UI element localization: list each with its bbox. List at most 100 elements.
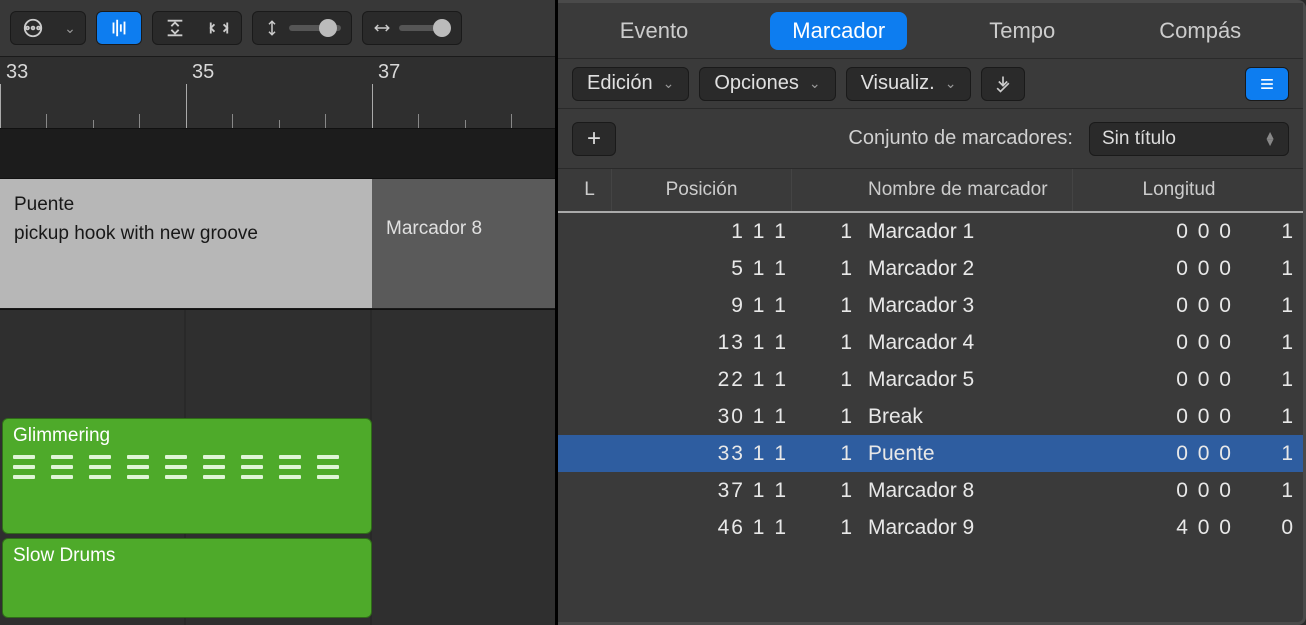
midi-region[interactable]: Slow Drums [2, 538, 372, 618]
midi-preview [13, 455, 361, 479]
col-header-longitud[interactable]: Longitud [1073, 179, 1293, 201]
marker-track[interactable]: Puente pickup hook with new groove Marca… [0, 179, 555, 309]
col-header-posicion[interactable]: Posición [612, 169, 792, 211]
cell-posicion[interactable]: 33 1 1 [612, 442, 792, 466]
cell-longitud[interactable]: 0 0 0 [1073, 220, 1233, 244]
cell-longitud-sub[interactable]: 1 [1233, 368, 1293, 392]
cell-posicion[interactable]: 1 1 1 [612, 220, 792, 244]
marker-subtitle: pickup hook with new groove [14, 220, 358, 249]
tab-marcador[interactable]: Marcador [770, 12, 907, 50]
fit-horiz-button[interactable] [197, 12, 241, 44]
table-row[interactable]: 22 1 11Marcador 50 0 01 [558, 361, 1303, 398]
marker-block-next[interactable]: Marcador 8 [372, 179, 555, 308]
marker-block-selected[interactable]: Puente pickup hook with new groove [0, 179, 372, 308]
bar-ruler[interactable]: 33 35 37 [0, 57, 555, 129]
cell-nombre[interactable]: Marcador 4 [852, 331, 1073, 355]
table-row[interactable]: 46 1 11Marcador 94 0 00 [558, 509, 1303, 546]
marker-table: L Posición Nombre de marcador Longitud 1… [558, 169, 1303, 622]
cell-posicion[interactable]: 5 1 1 [612, 257, 792, 281]
cell-posicion[interactable]: 46 1 1 [612, 516, 792, 540]
cell-longitud-sub[interactable]: 1 [1233, 257, 1293, 281]
cell-longitud-sub[interactable]: 1 [1233, 331, 1293, 355]
list-view-button[interactable] [1245, 67, 1289, 101]
cell-longitud[interactable]: 0 0 0 [1073, 479, 1233, 503]
cell-nombre[interactable]: Break [852, 405, 1073, 429]
cell-longitud-sub[interactable]: 1 [1233, 479, 1293, 503]
col-header-nombre[interactable]: Nombre de marcador [852, 169, 1073, 211]
vert-zoom-slider[interactable] [252, 11, 352, 45]
marker-set-value: Sin título [1102, 128, 1176, 150]
cell-longitud-sub[interactable]: 0 [1233, 516, 1293, 540]
editor-tabs: Evento Marcador Tempo Compás [558, 3, 1303, 59]
table-row[interactable]: 30 1 11Break0 0 01 [558, 398, 1303, 435]
tracks-area[interactable]: Glimmering Slow Drums [0, 309, 555, 625]
cell-posicion[interactable]: 22 1 1 [612, 368, 792, 392]
catch-playhead-button[interactable] [981, 67, 1025, 101]
cell-longitud[interactable]: 0 0 0 [1073, 294, 1233, 318]
cell-longitud[interactable]: 4 0 0 [1073, 516, 1233, 540]
cell-subtick[interactable]: 1 [792, 257, 852, 281]
marker-title: Marcador 8 [386, 215, 541, 244]
cell-subtick[interactable]: 1 [792, 368, 852, 392]
global-track-strip [0, 129, 555, 179]
tab-compas[interactable]: Compás [1137, 12, 1263, 50]
view-menu-chevron[interactable]: ⌄ [55, 12, 85, 44]
menu-edicion[interactable]: Edición⌄ [572, 67, 689, 101]
horiz-zoom-slider[interactable] [362, 11, 462, 45]
collapse-vert-button[interactable] [153, 12, 197, 44]
view-menu-button[interactable] [11, 12, 55, 44]
cell-subtick[interactable]: 1 [792, 331, 852, 355]
ruler-label: 33 [6, 61, 28, 84]
cell-longitud-sub[interactable]: 1 [1233, 442, 1293, 466]
table-header: L Posición Nombre de marcador Longitud [558, 169, 1303, 213]
cell-nombre[interactable]: Marcador 8 [852, 479, 1073, 503]
cell-subtick[interactable]: 1 [792, 479, 852, 503]
cell-posicion[interactable]: 13 1 1 [612, 331, 792, 355]
marker-set-row: + Conjunto de marcadores: Sin título ▲▼ [558, 109, 1303, 169]
cell-subtick[interactable]: 1 [792, 220, 852, 244]
table-row[interactable]: 9 1 11Marcador 30 0 01 [558, 287, 1303, 324]
cell-nombre[interactable]: Marcador 1 [852, 220, 1073, 244]
cell-posicion[interactable]: 37 1 1 [612, 479, 792, 503]
cell-longitud[interactable]: 0 0 0 [1073, 331, 1233, 355]
cell-longitud-sub[interactable]: 1 [1233, 294, 1293, 318]
cell-longitud-sub[interactable]: 1 [1233, 220, 1293, 244]
cell-longitud-sub[interactable]: 1 [1233, 405, 1293, 429]
cell-longitud[interactable]: 0 0 0 [1073, 368, 1233, 392]
marker-title: Puente [14, 191, 358, 220]
menu-opciones[interactable]: Opciones⌄ [699, 67, 835, 101]
cell-subtick[interactable]: 1 [792, 294, 852, 318]
cell-subtick[interactable]: 1 [792, 516, 852, 540]
cell-nombre[interactable]: Marcador 3 [852, 294, 1073, 318]
midi-region[interactable]: Glimmering [2, 418, 372, 534]
table-row[interactable]: 5 1 11Marcador 20 0 01 [558, 250, 1303, 287]
editor-menubar: Edición⌄ Opciones⌄ Visualiz.⌄ [558, 59, 1303, 109]
ruler-label: 35 [192, 61, 214, 84]
table-row[interactable]: 33 1 11Puente0 0 01 [558, 435, 1303, 472]
cell-subtick[interactable]: 1 [792, 405, 852, 429]
cell-longitud[interactable]: 0 0 0 [1073, 442, 1233, 466]
waveform-view-button[interactable] [97, 12, 141, 44]
cell-longitud[interactable]: 0 0 0 [1073, 257, 1233, 281]
table-row[interactable]: 13 1 11Marcador 40 0 01 [558, 324, 1303, 361]
cell-nombre[interactable]: Marcador 5 [852, 368, 1073, 392]
cell-nombre[interactable]: Puente [852, 442, 1073, 466]
list-editor-pane: Evento Marcador Tempo Compás Edición⌄ Op… [558, 0, 1306, 625]
table-row[interactable]: 1 1 11Marcador 10 0 01 [558, 213, 1303, 250]
tab-tempo[interactable]: Tempo [967, 12, 1077, 50]
tab-evento[interactable]: Evento [598, 12, 711, 50]
menu-visualiz[interactable]: Visualiz.⌄ [846, 67, 972, 101]
marker-set-select[interactable]: Sin título ▲▼ [1089, 122, 1289, 156]
marker-set-label: Conjunto de marcadores: [848, 127, 1073, 150]
cell-longitud[interactable]: 0 0 0 [1073, 405, 1233, 429]
table-row[interactable]: 37 1 11Marcador 80 0 01 [558, 472, 1303, 509]
ruler-label: 37 [378, 61, 400, 84]
col-header-lock[interactable]: L [568, 169, 612, 211]
cell-subtick[interactable]: 1 [792, 442, 852, 466]
cell-posicion[interactable]: 9 1 1 [612, 294, 792, 318]
cell-nombre[interactable]: Marcador 9 [852, 516, 1073, 540]
add-marker-button[interactable]: + [572, 122, 616, 156]
arrangement-pane: ⌄ 33 35 37 [0, 0, 558, 625]
cell-posicion[interactable]: 30 1 1 [612, 405, 792, 429]
cell-nombre[interactable]: Marcador 2 [852, 257, 1073, 281]
